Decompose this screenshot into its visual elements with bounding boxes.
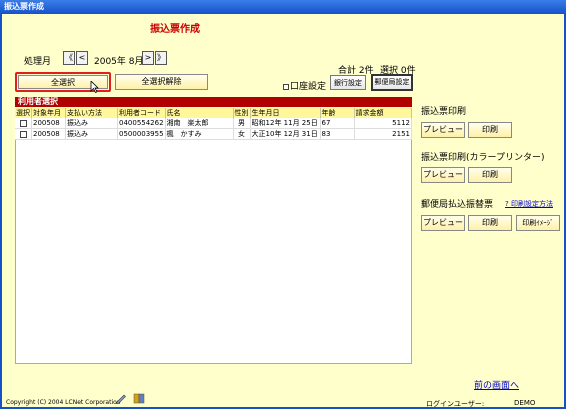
col-amount: 請求金額 (354, 108, 413, 118)
col-age: 年齢 (320, 108, 355, 118)
last-month-button[interactable]: 》 (155, 51, 167, 65)
next-month-button[interactable]: > (142, 51, 154, 65)
bank-setting-button[interactable]: 銀行設定 (330, 75, 366, 90)
print-settings-help-link[interactable]: ? 印刷設定方法 (505, 199, 553, 209)
cell-user-code: 0500003955 (117, 128, 166, 140)
cell-age: 83 (320, 128, 355, 140)
first-month-button[interactable]: 《 (63, 51, 75, 65)
postal-print-image-button[interactable]: 印刷ｲﾒｰｼﾞ (516, 215, 560, 231)
cell-age: 67 (320, 118, 355, 129)
cell-birthdate: 大正10年 12月 31日 (250, 128, 321, 140)
user-list-area (15, 108, 412, 364)
postal-print-title: 郵便局払込振替票 (421, 200, 494, 210)
transfer-color-preview-button[interactable]: プレビュー (421, 167, 465, 183)
col-target-month: 対象年月 (31, 108, 66, 118)
cell-name: 楓 かすみ (165, 128, 234, 140)
book-icon (133, 392, 145, 404)
cell-user-code: 0400554262 (117, 118, 166, 129)
table-header-row: 選択 対象年月 支払い方法 利用者コード 氏名 性別 生年月日 年齢 請求金額 (15, 108, 413, 118)
row-checkbox[interactable] (19, 130, 27, 138)
login-label: ログインユーザー: (426, 400, 485, 408)
cell-birthdate: 昭和12年 11月 25日 (250, 118, 321, 129)
cell-method: 振込み (65, 128, 118, 140)
period-label: 処理月 (24, 57, 52, 67)
account-setting-label[interactable]: 口座設定 (283, 79, 326, 92)
cell-method: 振込み (65, 118, 118, 129)
cell-name: 湘南 楽太郎 (165, 118, 234, 129)
col-method: 支払い方法 (65, 108, 118, 118)
window-title-bar: 振込票作成 (0, 0, 566, 14)
main-window: 振込票作成 処理月 《 < 2005年 8月 > 》 合計 2件 選択 0件 全… (0, 14, 566, 409)
user-table: 選択 対象年月 支払い方法 利用者コード 氏名 性別 生年月日 年齢 請求金額 … (15, 108, 413, 140)
transfer-preview-button[interactable]: プレビュー (421, 122, 465, 138)
cell-amount: 5112 (354, 118, 413, 129)
cell-amount: 2151 (354, 128, 413, 140)
col-name: 氏名 (165, 108, 234, 118)
account-setting-text: 口座設定 (290, 82, 327, 92)
post-setting-button[interactable]: 郵便局設定 (371, 74, 413, 91)
account-setting-checkbox[interactable] (283, 83, 289, 90)
cell-sex: 女 (233, 128, 251, 140)
cell-sex: 男 (233, 118, 251, 129)
cell-target-month: 200508 (31, 128, 66, 140)
col-user-code: 利用者コード (117, 108, 166, 118)
table-row[interactable]: 200508 振込み 0400554262 湘南 楽太郎 男 昭和12年 11月… (15, 118, 413, 129)
back-link[interactable]: 前の画面へ (474, 378, 519, 391)
col-select: 選択 (15, 108, 32, 118)
table-row[interactable]: 200508 振込み 0500003955 楓 かすみ 女 大正10年 12月 … (15, 128, 413, 140)
prev-month-button[interactable]: < (76, 51, 88, 65)
postal-preview-button[interactable]: プレビュー (421, 215, 465, 231)
copyright-text: Copyright (C) 2004 LCNet Corporation (6, 399, 121, 406)
col-sex: 性別 (233, 108, 251, 118)
cell-target-month: 200508 (31, 118, 66, 129)
pencil-icon (115, 392, 127, 405)
period-value: 2005年 8月 (94, 57, 144, 67)
transfer-color-print-button[interactable]: 印刷 (468, 167, 512, 183)
transfer-color-print-title: 振込票印刷(カラープリンター) (421, 153, 545, 163)
postal-print-button[interactable]: 印刷 (468, 215, 512, 231)
login-user: DEMO (514, 399, 536, 407)
mouse-cursor-icon (90, 80, 99, 94)
user-selection-header: 利用者選択 (15, 97, 412, 107)
deselect-all-button[interactable]: 全選択解除 (115, 74, 208, 90)
row-select-cell[interactable] (15, 128, 32, 140)
transfer-print-button[interactable]: 印刷 (468, 122, 512, 138)
page-title: 振込票作成 (150, 24, 200, 35)
row-select-cell[interactable] (15, 118, 32, 129)
row-checkbox[interactable] (19, 119, 27, 127)
transfer-print-title: 振込票印刷 (421, 107, 467, 117)
col-birthdate: 生年月日 (250, 108, 321, 118)
